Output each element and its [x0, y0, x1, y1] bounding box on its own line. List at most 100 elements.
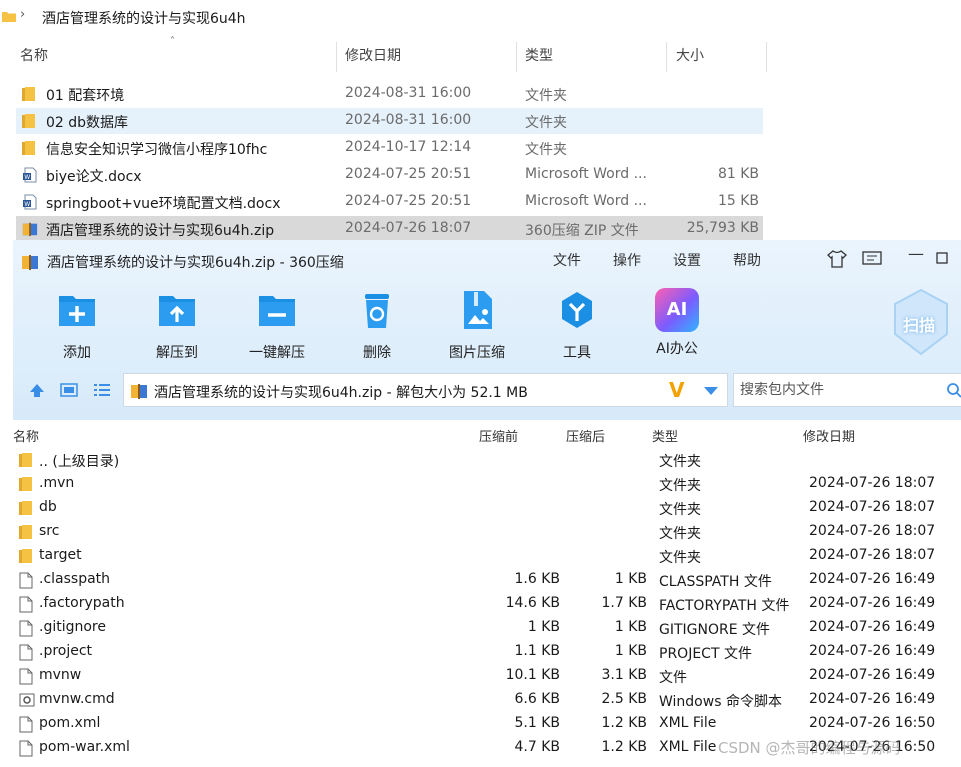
- column-divider[interactable]: [666, 42, 667, 72]
- file-row[interactable]: 信息安全知识学习微信小程序10fhc 2024-10-17 12:14 文件夹: [16, 135, 763, 161]
- file-row[interactable]: 01 配套环境 2024-08-31 16:00 文件夹: [16, 81, 763, 107]
- archive-row[interactable]: mvnw.cmd 6.6 KB 2.5 KB Windows 命令脚本 2024-07-…: [13, 689, 961, 713]
- skin-shirt-icon[interactable]: [827, 250, 847, 268]
- tools-button[interactable]: 工具: [537, 288, 617, 362]
- menu-operation[interactable]: 操作: [613, 250, 641, 270]
- column-header-date[interactable]: 修改日期: [345, 40, 401, 72]
- minimize-icon[interactable]: —: [908, 244, 924, 263]
- zip-archive-icon: [22, 255, 38, 270]
- image-compress-button[interactable]: 图片压缩: [437, 288, 517, 362]
- archive-row[interactable]: db 文件夹 2024-07-26 18:07: [13, 497, 961, 521]
- file-icon: [19, 716, 33, 737]
- file-date: 2024-10-17 12:14: [345, 139, 472, 155]
- column-divider[interactable]: [516, 42, 517, 72]
- archive-size-before: 1 KB: [527, 619, 560, 635]
- archive-size-before: 14.6 KB: [505, 595, 560, 611]
- archive-modified: 2024-07-26 16:49: [809, 667, 936, 683]
- svg-text:W: W: [24, 174, 30, 181]
- file-row[interactable]: 02 db数据库 2024-08-31 16:00 文件夹: [16, 108, 763, 134]
- archive-row[interactable]: src 文件夹 2024-07-26 18:07: [13, 521, 961, 545]
- zip-archive-icon: [22, 221, 38, 241]
- column-header-type[interactable]: 类型: [652, 426, 678, 445]
- file-row[interactable]: Wbiye论文.docx 2024-07-25 20:51 Microsoft Wo…: [16, 162, 763, 188]
- image-compress-label: 图片压缩: [449, 345, 505, 361]
- maximize-icon[interactable]: [936, 252, 948, 264]
- file-date: 2024-07-25 20:51: [345, 193, 472, 209]
- archive-file-type: FACTORYPATH 文件: [659, 598, 790, 614]
- column-header-uncompressed[interactable]: 压缩后: [566, 426, 605, 445]
- folder-icon: [2, 12, 16, 22]
- address-text: 酒店管理系统的设计与实现6u4h.zip - 解包大小为 52.1 MB: [154, 385, 528, 401]
- archive-file-type: 文件夹: [659, 526, 701, 542]
- up-level-icon[interactable]: [29, 382, 45, 398]
- file-icon: [19, 596, 33, 617]
- archive-row[interactable]: .classpath 1.6 KB 1 KB CLASSPATH 文件 2024-07-…: [13, 569, 961, 593]
- message-icon[interactable]: [862, 251, 882, 267]
- search-box[interactable]: [733, 373, 961, 407]
- archive-modified: 2024-07-26 18:07: [809, 499, 936, 515]
- archive-modified: 2024-07-26 16:50: [809, 715, 936, 731]
- add-icon: [59, 296, 95, 326]
- column-header-compressed[interactable]: 压缩前: [479, 426, 518, 445]
- breadcrumb[interactable]: › 酒店管理系统的设计与实现6u4h: [0, 0, 961, 34]
- column-header-modified[interactable]: 修改日期: [803, 426, 855, 445]
- archive-row[interactable]: target 文件夹 2024-07-26 18:07: [13, 545, 961, 569]
- one-click-extract-button[interactable]: 一键解压: [237, 288, 317, 362]
- file-row[interactable]: Wspringboot+vue环境配置文档.docx 2024-07-25 20:…: [16, 189, 763, 215]
- archive-size-before: 1.1 KB: [514, 643, 561, 659]
- vip-badge-icon[interactable]: V: [669, 378, 684, 402]
- column-divider[interactable]: [766, 42, 767, 72]
- menu-help[interactable]: 帮助: [733, 250, 761, 270]
- file-name: 信息安全知识学习微信小程序10fhc: [46, 142, 268, 158]
- extract-to-button[interactable]: 解压到: [137, 288, 217, 362]
- column-header-type[interactable]: 类型: [525, 40, 553, 72]
- word-doc-icon: W: [22, 167, 38, 187]
- search-icon[interactable]: [946, 382, 961, 398]
- ai-office-icon: AI: [655, 288, 699, 332]
- list-view-icon[interactable]: [93, 382, 111, 398]
- chevron-down-icon[interactable]: [704, 387, 718, 395]
- archive-size-after: 3.1 KB: [601, 667, 648, 683]
- archive-size-before: 1.6 KB: [514, 571, 561, 587]
- archive-size-after: 1 KB: [614, 643, 647, 659]
- column-header-size[interactable]: 大小: [676, 40, 704, 72]
- folder-icon: [19, 524, 33, 544]
- delete-button[interactable]: 删除: [337, 288, 417, 362]
- archive-row[interactable]: .factorypath 14.6 KB 1.7 KB FACTORYPATH 文件 2…: [13, 593, 961, 617]
- add-label: 添加: [63, 345, 91, 361]
- archive-file-type: 文件夹: [659, 454, 701, 470]
- thumbnail-view-icon[interactable]: [60, 382, 78, 398]
- column-divider[interactable]: [336, 42, 337, 72]
- file-date: 2024-08-31 16:00: [345, 85, 472, 101]
- tools-icon: [562, 292, 592, 328]
- archive-file-type: CLASSPATH 文件: [659, 574, 772, 590]
- archive-file-name: .project: [39, 643, 93, 659]
- menu-file[interactable]: 文件: [553, 250, 581, 270]
- archive-row[interactable]: mvnw 10.1 KB 3.1 KB 文件 2024-07-26 16:49: [13, 665, 961, 689]
- archive-row[interactable]: .mvn 文件夹 2024-07-26 18:07: [13, 473, 961, 497]
- file-name: 酒店管理系统的设计与实现6u4h.zip: [46, 223, 275, 239]
- archive-row[interactable]: .gitignore 1 KB 1 KB GITIGNORE 文件 2024-07-26…: [13, 617, 961, 641]
- delete-label: 删除: [363, 345, 391, 361]
- archive-file-name: .mvn: [39, 475, 75, 491]
- archive-row[interactable]: .. (上级目录) 文件夹: [13, 449, 961, 473]
- scan-button[interactable]: 扫描: [891, 288, 951, 356]
- archive-row[interactable]: .project 1.1 KB 1 KB PROJECT 文件 2024-07-26 1…: [13, 641, 961, 665]
- ai-office-button[interactable]: AI AI办公: [637, 288, 717, 358]
- add-button[interactable]: 添加: [37, 288, 117, 362]
- column-header-name[interactable]: 名称: [20, 40, 48, 72]
- archive-size-after: 1 KB: [614, 571, 647, 587]
- archive-row[interactable]: pom.xml 5.1 KB 1.2 KB XML File 2024-07-26 16…: [13, 713, 961, 737]
- address-bar[interactable]: 酒店管理系统的设计与实现6u4h.zip - 解包大小为 52.1 MB V: [123, 373, 728, 407]
- archive-file-type: XML File: [659, 739, 717, 755]
- archive-modified: 2024-07-26 16:49: [809, 643, 936, 659]
- column-header-name[interactable]: 名称: [13, 426, 39, 445]
- file-size: 81 KB: [717, 166, 759, 182]
- archiver-ribbon: 酒店管理系统的设计与实现6u4h.zip - 360压缩 文件 操作 设置 帮助…: [13, 240, 961, 420]
- file-date: 2024-07-26 18:07: [345, 220, 472, 236]
- breadcrumb-path[interactable]: 酒店管理系统的设计与实现6u4h: [42, 8, 246, 28]
- search-input[interactable]: [738, 381, 942, 399]
- menu-settings[interactable]: 设置: [673, 250, 701, 270]
- archive-size-after: 2.5 KB: [601, 691, 648, 707]
- file-row[interactable]: 酒店管理系统的设计与实现6u4h.zip 2024-07-26 18:07 360压…: [16, 216, 763, 242]
